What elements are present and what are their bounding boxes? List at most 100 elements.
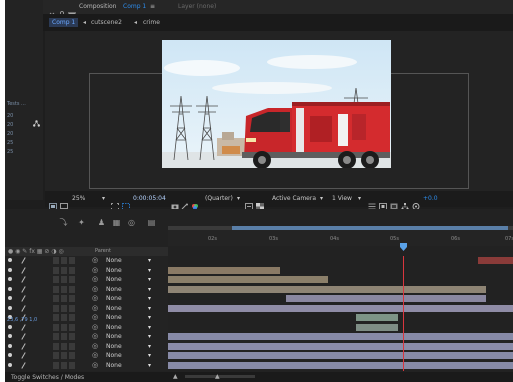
layer-switch-box[interactable]	[69, 333, 75, 340]
resolution-dropdown-icon[interactable]: ▾	[237, 195, 240, 202]
shy-layers-icon[interactable]: ♟	[97, 218, 106, 227]
visibility-toggle[interactable]	[8, 306, 12, 310]
parent-pickwhip-icon[interactable]: ◎	[92, 275, 98, 284]
exposure-reset-icon[interactable]	[412, 195, 420, 210]
layer-switch-box[interactable]	[53, 305, 59, 312]
parent-pickwhip-icon[interactable]: ◎	[92, 332, 98, 341]
parent-dropdown[interactable]: None	[106, 332, 122, 341]
visibility-toggle[interactable]	[8, 287, 12, 291]
parent-column-header[interactable]: Parent	[95, 248, 111, 254]
parent-dropdown-arrow[interactable]: ▾	[148, 342, 151, 351]
layer-switch-box[interactable]	[61, 286, 67, 293]
layer-switch-box[interactable]	[61, 257, 67, 264]
show-snapshot-icon[interactable]	[181, 195, 189, 210]
render-icon[interactable]	[390, 195, 398, 210]
layer-timecode-display[interactable]: 23,6 ,79 1,0	[5, 316, 85, 325]
layer-row[interactable]: ◎ None ▾	[5, 304, 168, 313]
parent-dropdown-arrow[interactable]: ▾	[148, 313, 151, 322]
layer-switch-box[interactable]	[61, 352, 67, 359]
snapshot-icon[interactable]	[171, 195, 179, 210]
layer-switch-box[interactable]	[61, 305, 67, 312]
layer-duration-bar[interactable]	[356, 314, 398, 321]
parent-dropdown[interactable]: None	[106, 304, 122, 313]
parent-dropdown-arrow[interactable]: ▾	[148, 332, 151, 341]
layer-duration-bar[interactable]	[168, 343, 513, 350]
layer-duration-bar[interactable]	[168, 276, 328, 283]
layer-row[interactable]: ◎ None ▾	[5, 332, 168, 341]
quality-switch[interactable]	[21, 352, 26, 359]
parent-pickwhip-icon[interactable]: ◎	[92, 342, 98, 351]
parent-dropdown-arrow[interactable]: ▾	[148, 266, 151, 275]
parent-dropdown[interactable]: None	[106, 323, 122, 332]
layer-switch-box[interactable]	[53, 324, 59, 331]
layer-switch-box[interactable]	[69, 305, 75, 312]
layer-switch-box[interactable]	[53, 343, 59, 350]
layer-switch-box[interactable]	[69, 267, 75, 274]
parent-pickwhip-icon[interactable]: ◎	[92, 323, 98, 332]
layer-switch-box[interactable]	[69, 276, 75, 283]
breadcrumb-crime[interactable]: crime	[143, 19, 160, 26]
layer-switch-box[interactable]	[61, 276, 67, 283]
fit-icon[interactable]	[111, 195, 119, 210]
parent-dropdown[interactable]: None	[106, 256, 122, 265]
visibility-toggle[interactable]	[8, 334, 12, 338]
layer-switch-box[interactable]	[69, 352, 75, 359]
parent-dropdown-arrow[interactable]: ▾	[148, 275, 151, 284]
visibility-toggle[interactable]	[8, 268, 12, 272]
layer-row[interactable]: ◎ None ▾	[5, 266, 168, 275]
visibility-toggle[interactable]	[8, 296, 12, 300]
layer-duration-bar[interactable]	[356, 324, 398, 331]
fast-previews-icon[interactable]	[245, 195, 253, 210]
quality-switch[interactable]	[21, 267, 26, 274]
layer-switch-box[interactable]	[61, 362, 67, 369]
layer-switch-box[interactable]	[69, 257, 75, 264]
parent-pickwhip-icon[interactable]: ◎	[92, 285, 98, 294]
layer-switch-box[interactable]	[69, 295, 75, 302]
layer-switch-box[interactable]	[53, 352, 59, 359]
quality-switch[interactable]	[21, 333, 26, 340]
layer-switch-box[interactable]	[69, 286, 75, 293]
quality-switch[interactable]	[21, 305, 26, 312]
visibility-toggle[interactable]	[8, 258, 12, 262]
layer-switch-box[interactable]	[53, 362, 59, 369]
composition-tab-label[interactable]: Composition	[79, 3, 116, 10]
work-area-range[interactable]	[232, 226, 508, 230]
layer-switch-box[interactable]	[53, 257, 59, 264]
view-layout-dropdown[interactable]: 1 View	[332, 195, 352, 202]
parent-pickwhip-icon[interactable]: ◎	[92, 266, 98, 275]
zoom-slider-track[interactable]	[185, 375, 255, 378]
fit-view-icon[interactable]	[379, 195, 387, 210]
parent-dropdown[interactable]: None	[106, 361, 122, 370]
layer-duration-bar[interactable]	[168, 267, 280, 274]
toggle-switches-modes[interactable]: Toggle Switches / Modes	[11, 374, 84, 381]
playhead-handle[interactable]	[400, 236, 407, 251]
close-tab-icon[interactable]	[49, 3, 55, 18]
exposure-value[interactable]: +0.0	[423, 195, 438, 202]
quality-switch[interactable]	[21, 343, 26, 350]
parent-pickwhip-icon[interactable]: ◎	[92, 313, 98, 322]
parent-pickwhip-icon[interactable]: ◎	[92, 294, 98, 303]
layer-switch-box[interactable]	[53, 286, 59, 293]
layer-row[interactable]: ◎ None ▾	[5, 351, 168, 360]
layer-switch-box[interactable]	[61, 324, 67, 331]
quality-switch[interactable]	[21, 286, 26, 293]
flowchart-icon[interactable]	[401, 195, 409, 210]
layer-row[interactable]: ◎ None ▾	[5, 342, 168, 351]
layer-switch-box[interactable]	[61, 295, 67, 302]
composition-tab-comp-name[interactable]: Comp 1	[123, 3, 146, 10]
parent-dropdown[interactable]: None	[106, 342, 122, 351]
zoom-dropdown-icon[interactable]: ▾	[102, 195, 105, 202]
comp-mini-flowchart-icon[interactable]: ⤵	[59, 218, 68, 227]
layer-row[interactable]: ◎ None ▾	[5, 361, 168, 370]
zoom-out-icon[interactable]: ▲	[173, 373, 178, 380]
layer-duration-bar[interactable]	[168, 352, 513, 359]
parent-dropdown[interactable]: None	[106, 294, 122, 303]
parent-dropdown-arrow[interactable]: ▾	[148, 256, 151, 265]
quality-switch[interactable]	[21, 295, 26, 302]
composition-frame[interactable]	[162, 40, 391, 168]
visibility-toggle[interactable]	[8, 344, 12, 348]
visibility-toggle[interactable]	[8, 363, 12, 367]
parent-dropdown[interactable]: None	[106, 285, 122, 294]
parent-dropdown-arrow[interactable]: ▾	[148, 323, 151, 332]
layer-switch-box[interactable]	[61, 343, 67, 350]
